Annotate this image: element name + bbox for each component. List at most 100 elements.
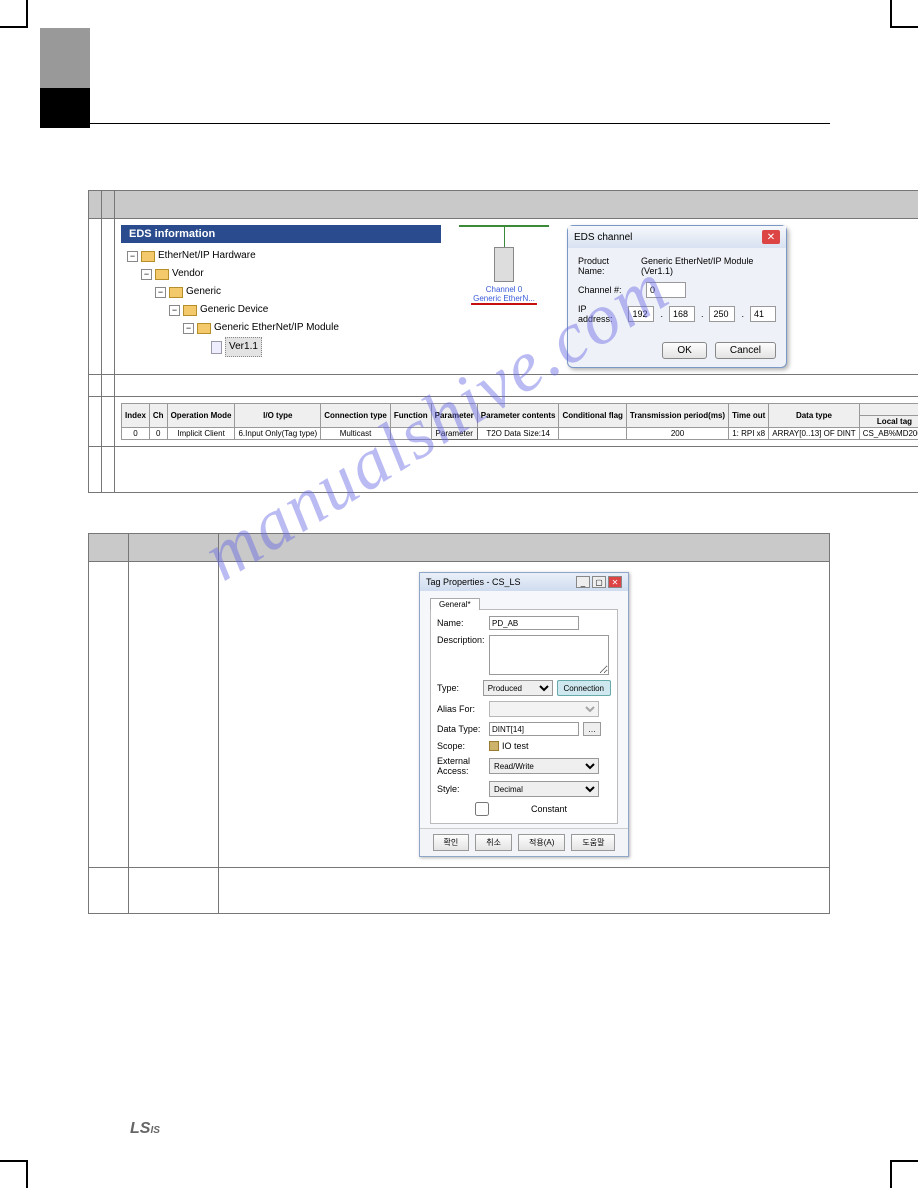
cell-cflag	[559, 428, 626, 440]
ext-label: External Access:	[437, 756, 485, 776]
step-item	[102, 219, 115, 375]
header-rule	[90, 123, 830, 124]
crop-mark	[0, 0, 28, 28]
channel-input[interactable]	[646, 282, 686, 298]
cell-index: 0	[122, 428, 150, 440]
scope-value: IO test	[502, 741, 529, 751]
tree-toggle[interactable]: −	[169, 305, 180, 316]
th-tagset: Tag settings	[859, 404, 918, 416]
ok-button[interactable]: 확인	[433, 834, 470, 851]
ext-select[interactable]: Read/Write	[489, 758, 599, 774]
cancel-button[interactable]: 취소	[475, 834, 512, 851]
ip-octet-4[interactable]	[750, 306, 776, 322]
procedure-table-1: EDS information −EtherNet/IP Hardware −V…	[88, 190, 918, 493]
device-channel-label: Channel 0	[486, 285, 522, 294]
product-name-value: Generic EtherNet/IP Module (Ver1.1)	[641, 256, 776, 276]
tree-root[interactable]: EtherNet/IP Hardware	[158, 247, 256, 265]
device-column: Channel 0 Generic EtherN...	[459, 225, 549, 305]
connection-button[interactable]: Connection	[557, 680, 611, 696]
tag-properties-dialog: Tag Properties - CS_LS _ ▢ ✕ General* Na…	[419, 572, 629, 857]
dtype-label: Data Type:	[437, 724, 485, 734]
tree-toggle[interactable]: −	[155, 287, 166, 298]
dtype-input[interactable]	[489, 722, 579, 736]
tree-module[interactable]: Generic EtherNet/IP Module	[214, 319, 339, 337]
desc-textarea[interactable]	[489, 635, 609, 675]
cell-ch: 0	[149, 428, 167, 440]
tree-toggle[interactable]: −	[141, 269, 152, 280]
col-content	[219, 534, 830, 562]
th-timeout: Time out	[729, 404, 769, 428]
step-content: EDS information −EtherNet/IP Hardware −V…	[115, 219, 918, 375]
minimize-icon[interactable]: _	[576, 576, 590, 588]
ip-octet-1[interactable]	[628, 306, 654, 322]
th-ch: Ch	[149, 404, 167, 428]
eds-channel-dialog: EDS channel ✕ Product Name:Generic Ether…	[567, 225, 787, 368]
cell-timeout: 1: RPI x8	[729, 428, 769, 440]
tree-ver-selected[interactable]: Ver1.1	[225, 337, 262, 357]
th-tperiod: Transmission period(ms)	[626, 404, 728, 428]
close-icon[interactable]: ✕	[762, 230, 780, 244]
type-select[interactable]: Produced	[483, 680, 553, 696]
th-io: I/O type	[235, 404, 321, 428]
tree-vendor[interactable]: Vendor	[172, 265, 204, 283]
tree-generic[interactable]: Generic	[186, 283, 221, 301]
cell-param[interactable]: Parameter	[431, 428, 477, 440]
eds-title: EDS information	[121, 225, 441, 243]
dtype-browse-button[interactable]: …	[583, 722, 601, 736]
tab-general[interactable]: General*	[430, 598, 480, 610]
alias-label: Alias For:	[437, 704, 485, 714]
col-item	[129, 534, 219, 562]
th-cflag: Conditional flag	[559, 404, 626, 428]
constant-checkbox[interactable]	[437, 802, 527, 816]
cell-ltag: CS_AB%MD2000	[859, 428, 918, 440]
crop-mark	[890, 0, 918, 28]
th-param: Parameter	[431, 404, 477, 428]
dialog-title: Tag Properties - CS_LS	[426, 577, 521, 587]
folder-icon	[169, 287, 183, 298]
device-name-label: Generic EtherN...	[471, 294, 537, 305]
cancel-button[interactable]: Cancel	[715, 342, 776, 359]
th-conn: Connection type	[321, 404, 391, 428]
col-no	[89, 191, 102, 219]
channel-label: Channel #:	[578, 285, 640, 295]
name-input[interactable]	[489, 616, 579, 630]
folder-icon	[155, 269, 169, 280]
th-index: Index	[122, 404, 150, 428]
tree-toggle[interactable]: −	[183, 323, 194, 334]
apply-button[interactable]: 적용(A)	[518, 834, 565, 851]
crop-mark	[0, 1160, 28, 1188]
step-no	[89, 219, 102, 375]
chapter-tab	[40, 28, 90, 128]
table-row[interactable]: 0 0 Implicit Client 6.Input Only(Tag typ…	[122, 428, 918, 440]
alias-select[interactable]	[489, 701, 599, 717]
maximize-icon[interactable]: ▢	[592, 576, 606, 588]
name-label: Name:	[437, 618, 485, 628]
cell-conn: Multicast	[321, 428, 391, 440]
cell-io: 6.Input Only(Tag type)	[235, 428, 321, 440]
ok-button[interactable]: OK	[662, 342, 706, 359]
col-item	[102, 191, 115, 219]
folder-icon	[141, 251, 155, 262]
cell-func	[390, 428, 431, 440]
col-content	[115, 191, 918, 219]
controller-icon	[489, 741, 499, 751]
desc-label: Description:	[437, 635, 485, 645]
th-dtype: Data type	[769, 404, 859, 428]
th-pcont: Parameter contents	[477, 404, 559, 428]
cell-op: Implicit Client	[167, 428, 235, 440]
tree-toggle[interactable]: −	[127, 251, 138, 262]
ip-octet-2[interactable]	[669, 306, 695, 322]
th-func: Function	[390, 404, 431, 428]
cell-dtype: ARRAY[0..13] OF DINT	[769, 428, 859, 440]
close-icon[interactable]: ✕	[608, 576, 622, 588]
device-icon[interactable]	[494, 247, 514, 282]
eip-settings-table: Index Ch Operation Mode I/O type Connect…	[121, 403, 918, 440]
style-select[interactable]: Decimal	[489, 781, 599, 797]
ip-octet-3[interactable]	[709, 306, 735, 322]
cell-pcont: T2O Data Size:14	[477, 428, 559, 440]
tree-device[interactable]: Generic Device	[200, 301, 268, 319]
help-button[interactable]: 도움말	[571, 834, 615, 851]
col-no	[89, 534, 129, 562]
file-icon	[211, 341, 222, 354]
type-label: Type:	[437, 683, 479, 693]
